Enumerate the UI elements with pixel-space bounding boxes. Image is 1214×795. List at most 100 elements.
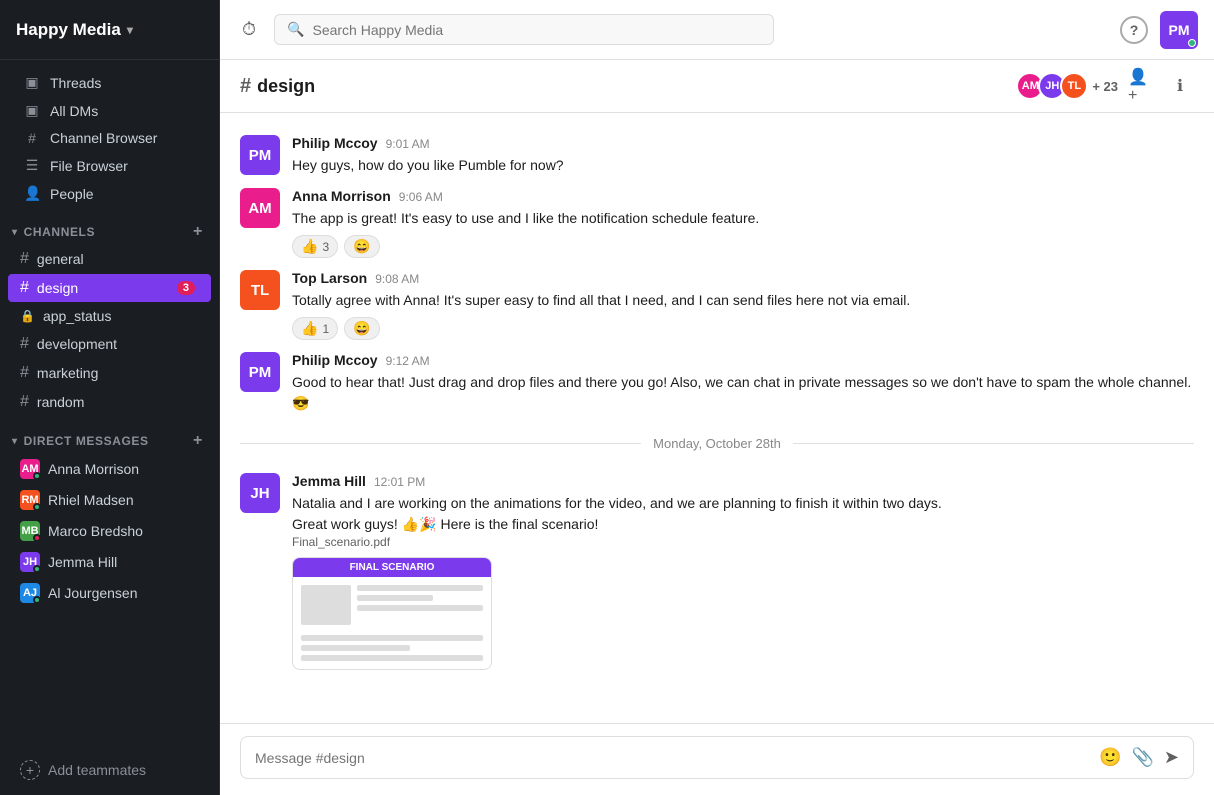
- dm-name-anna-morrison: Anna Morrison: [48, 461, 139, 477]
- help-button[interactable]: ?: [1120, 16, 1148, 44]
- reactions-msg2: 👍3 😄: [292, 235, 1194, 258]
- nav-label-people: People: [50, 186, 94, 202]
- dm-collapse-icon: ▾: [12, 436, 18, 447]
- search-input[interactable]: [312, 22, 761, 38]
- preview-lines: [357, 585, 483, 611]
- reaction-msg2-1[interactable]: 😄: [344, 235, 379, 258]
- nav-icon-channel-browser: #: [24, 130, 40, 146]
- channel-actions: AM JH TL + 23 👤+ ℹ: [1016, 72, 1194, 100]
- channel-icon-design: #: [20, 279, 29, 297]
- reaction-msg3-1[interactable]: 😄: [344, 317, 379, 340]
- meta-msg3: Top Larson 9:08 AM: [292, 270, 1194, 286]
- preview-row: [301, 585, 483, 625]
- dm-status-jemma-hill: [33, 565, 41, 573]
- sidebar-nav: ▣ Threads ▣ All DMs # Channel Browser ☰ …: [0, 60, 219, 216]
- message-input[interactable]: [255, 750, 1089, 766]
- main-content: ⏱ 🔍 ? PM # design AM JH TL + 23 👤+: [220, 0, 1214, 795]
- reactions-msg3: 👍1 😄: [292, 317, 1194, 340]
- nav-items-container: ▣ Threads ▣ All DMs # Channel Browser ☰ …: [0, 69, 219, 207]
- preview-line-4: [301, 635, 483, 641]
- message-group-msg4: PM Philip Mccoy 9:12 AM Good to hear tha…: [240, 346, 1194, 420]
- channel-item-random[interactable]: # random: [8, 388, 211, 416]
- jemma-avatar: JH: [240, 473, 280, 513]
- author-msg1: Philip Mccoy: [292, 135, 378, 151]
- time-msg3: 9:08 AM: [375, 272, 419, 286]
- jemma-author: Jemma Hill: [292, 473, 366, 489]
- sidebar-item-all-dms[interactable]: ▣ All DMs: [8, 97, 211, 124]
- add-member-button[interactable]: 👤+: [1128, 72, 1156, 100]
- dm-item-al-jourgensen[interactable]: AJ Al Jourgensen: [8, 578, 211, 608]
- workspace-name[interactable]: Happy Media ▾: [16, 20, 133, 40]
- text-msg2: The app is great! It's easy to use and I…: [292, 208, 1194, 229]
- content-msg4: Philip Mccoy 9:12 AM Good to hear that! …: [292, 352, 1194, 414]
- add-plus-icon: +: [20, 760, 40, 780]
- channel-item-development[interactable]: # development: [8, 330, 211, 358]
- search-icon: 🔍: [287, 21, 304, 38]
- attachment-label: Final_scenario.pdf: [292, 535, 1194, 549]
- sidebar-item-people[interactable]: 👤 People: [8, 180, 211, 207]
- channel-item-marketing[interactable]: # marketing: [8, 359, 211, 387]
- channel-name-general: general: [37, 251, 84, 267]
- reaction-msg2-0[interactable]: 👍3: [292, 235, 338, 258]
- channels-section-header[interactable]: ▾ CHANNELS +: [0, 216, 219, 244]
- message-input-wrap: 🙂 📎 ➤: [240, 736, 1194, 779]
- add-teammates-button[interactable]: + Add teammates: [8, 754, 211, 786]
- attachment-header-text: FINAL SCENARIO: [293, 558, 491, 577]
- channel-item-app_status[interactable]: 🔒 app_status: [8, 303, 211, 329]
- sidebar-item-channel-browser[interactable]: # Channel Browser: [8, 125, 211, 151]
- dm-item-rhiel-madsen[interactable]: RM Rhiel Madsen: [8, 485, 211, 515]
- message-group-msg3: TL Top Larson 9:08 AM Totally agree with…: [240, 264, 1194, 346]
- dm-name-jemma-hill: Jemma Hill: [48, 554, 117, 570]
- jemma-meta: Jemma Hill 12:01 PM: [292, 473, 1194, 489]
- channel-item-design[interactable]: # design 3: [8, 274, 211, 302]
- channel-icon-general: #: [20, 250, 29, 268]
- attachment-preview[interactable]: FINAL SCENARIO: [292, 557, 492, 670]
- preview-block: [301, 585, 351, 625]
- sidebar: Happy Media ▾ ▣ Threads ▣ All DMs # Chan…: [0, 0, 220, 795]
- dm-avatar-wrap-jemma-hill: JH: [20, 552, 40, 572]
- text-msg4: Good to hear that! Just drag and drop fi…: [292, 372, 1194, 414]
- history-button[interactable]: ⏱: [236, 13, 262, 46]
- sidebar-item-threads[interactable]: ▣ Threads: [8, 69, 211, 96]
- nav-icon-people: 👤: [24, 185, 40, 202]
- channel-item-general[interactable]: # general: [8, 245, 211, 273]
- reaction-msg3-0[interactable]: 👍1: [292, 317, 338, 340]
- nav-icon-threads: ▣: [24, 74, 40, 91]
- channel-icon-development: #: [20, 335, 29, 353]
- channels-label: CHANNELS: [24, 225, 95, 239]
- sidebar-header: Happy Media ▾: [0, 0, 219, 60]
- online-indicator: [1188, 39, 1196, 47]
- send-button[interactable]: ➤: [1164, 747, 1179, 768]
- dm-item-jemma-hill[interactable]: JH Jemma Hill: [8, 547, 211, 577]
- message-group-msg2: AM Anna Morrison 9:06 AM The app is grea…: [240, 182, 1194, 264]
- nav-label-all-dms: All DMs: [50, 103, 98, 119]
- profile-area[interactable]: PM: [1160, 11, 1198, 49]
- message-input-area: 🙂 📎 ➤: [220, 723, 1214, 795]
- content-msg3: Top Larson 9:08 AM Totally agree with An…: [292, 270, 1194, 340]
- emoji-button[interactable]: 🙂: [1099, 747, 1121, 768]
- attachment-button[interactable]: 📎: [1131, 747, 1153, 768]
- channel-name-marketing: marketing: [37, 365, 98, 381]
- dm-status-marco-bredsho: [33, 534, 41, 542]
- channel-info-button[interactable]: ℹ: [1166, 72, 1194, 100]
- jemma-time: 12:01 PM: [374, 475, 425, 489]
- jemma-text-line1: Natalia and I are working on the animati…: [292, 493, 1194, 514]
- attachment-body: [293, 577, 491, 669]
- search-bar[interactable]: 🔍: [274, 14, 774, 45]
- add-dm-button[interactable]: +: [193, 433, 203, 449]
- profile-avatar: PM: [1169, 22, 1190, 38]
- dm-item-anna-morrison[interactable]: AM Anna Morrison: [8, 454, 211, 484]
- messages-container: PM Philip Mccoy 9:01 AM Hey guys, how do…: [240, 129, 1194, 420]
- sidebar-item-file-browser[interactable]: ☰ File Browser: [8, 152, 211, 179]
- add-member-icon: 👤+: [1128, 67, 1156, 105]
- dm-label: DIRECT MESSAGES: [24, 434, 149, 448]
- dm-list: AM Anna Morrison RM Rhiel Madsen MB Marc…: [0, 454, 219, 608]
- dm-item-marco-bredsho[interactable]: MB Marco Bredsho: [8, 516, 211, 546]
- dm-name-al-jourgensen: Al Jourgensen: [48, 585, 138, 601]
- dm-avatar-wrap-al-jourgensen: AJ: [20, 583, 40, 603]
- add-teammates-label: Add teammates: [48, 762, 146, 778]
- dm-avatar-wrap-marco-bredsho: MB: [20, 521, 40, 541]
- meta-msg1: Philip Mccoy 9:01 AM: [292, 135, 1194, 151]
- dm-section-header[interactable]: ▾ DIRECT MESSAGES +: [0, 425, 219, 453]
- add-channel-button[interactable]: +: [193, 224, 203, 240]
